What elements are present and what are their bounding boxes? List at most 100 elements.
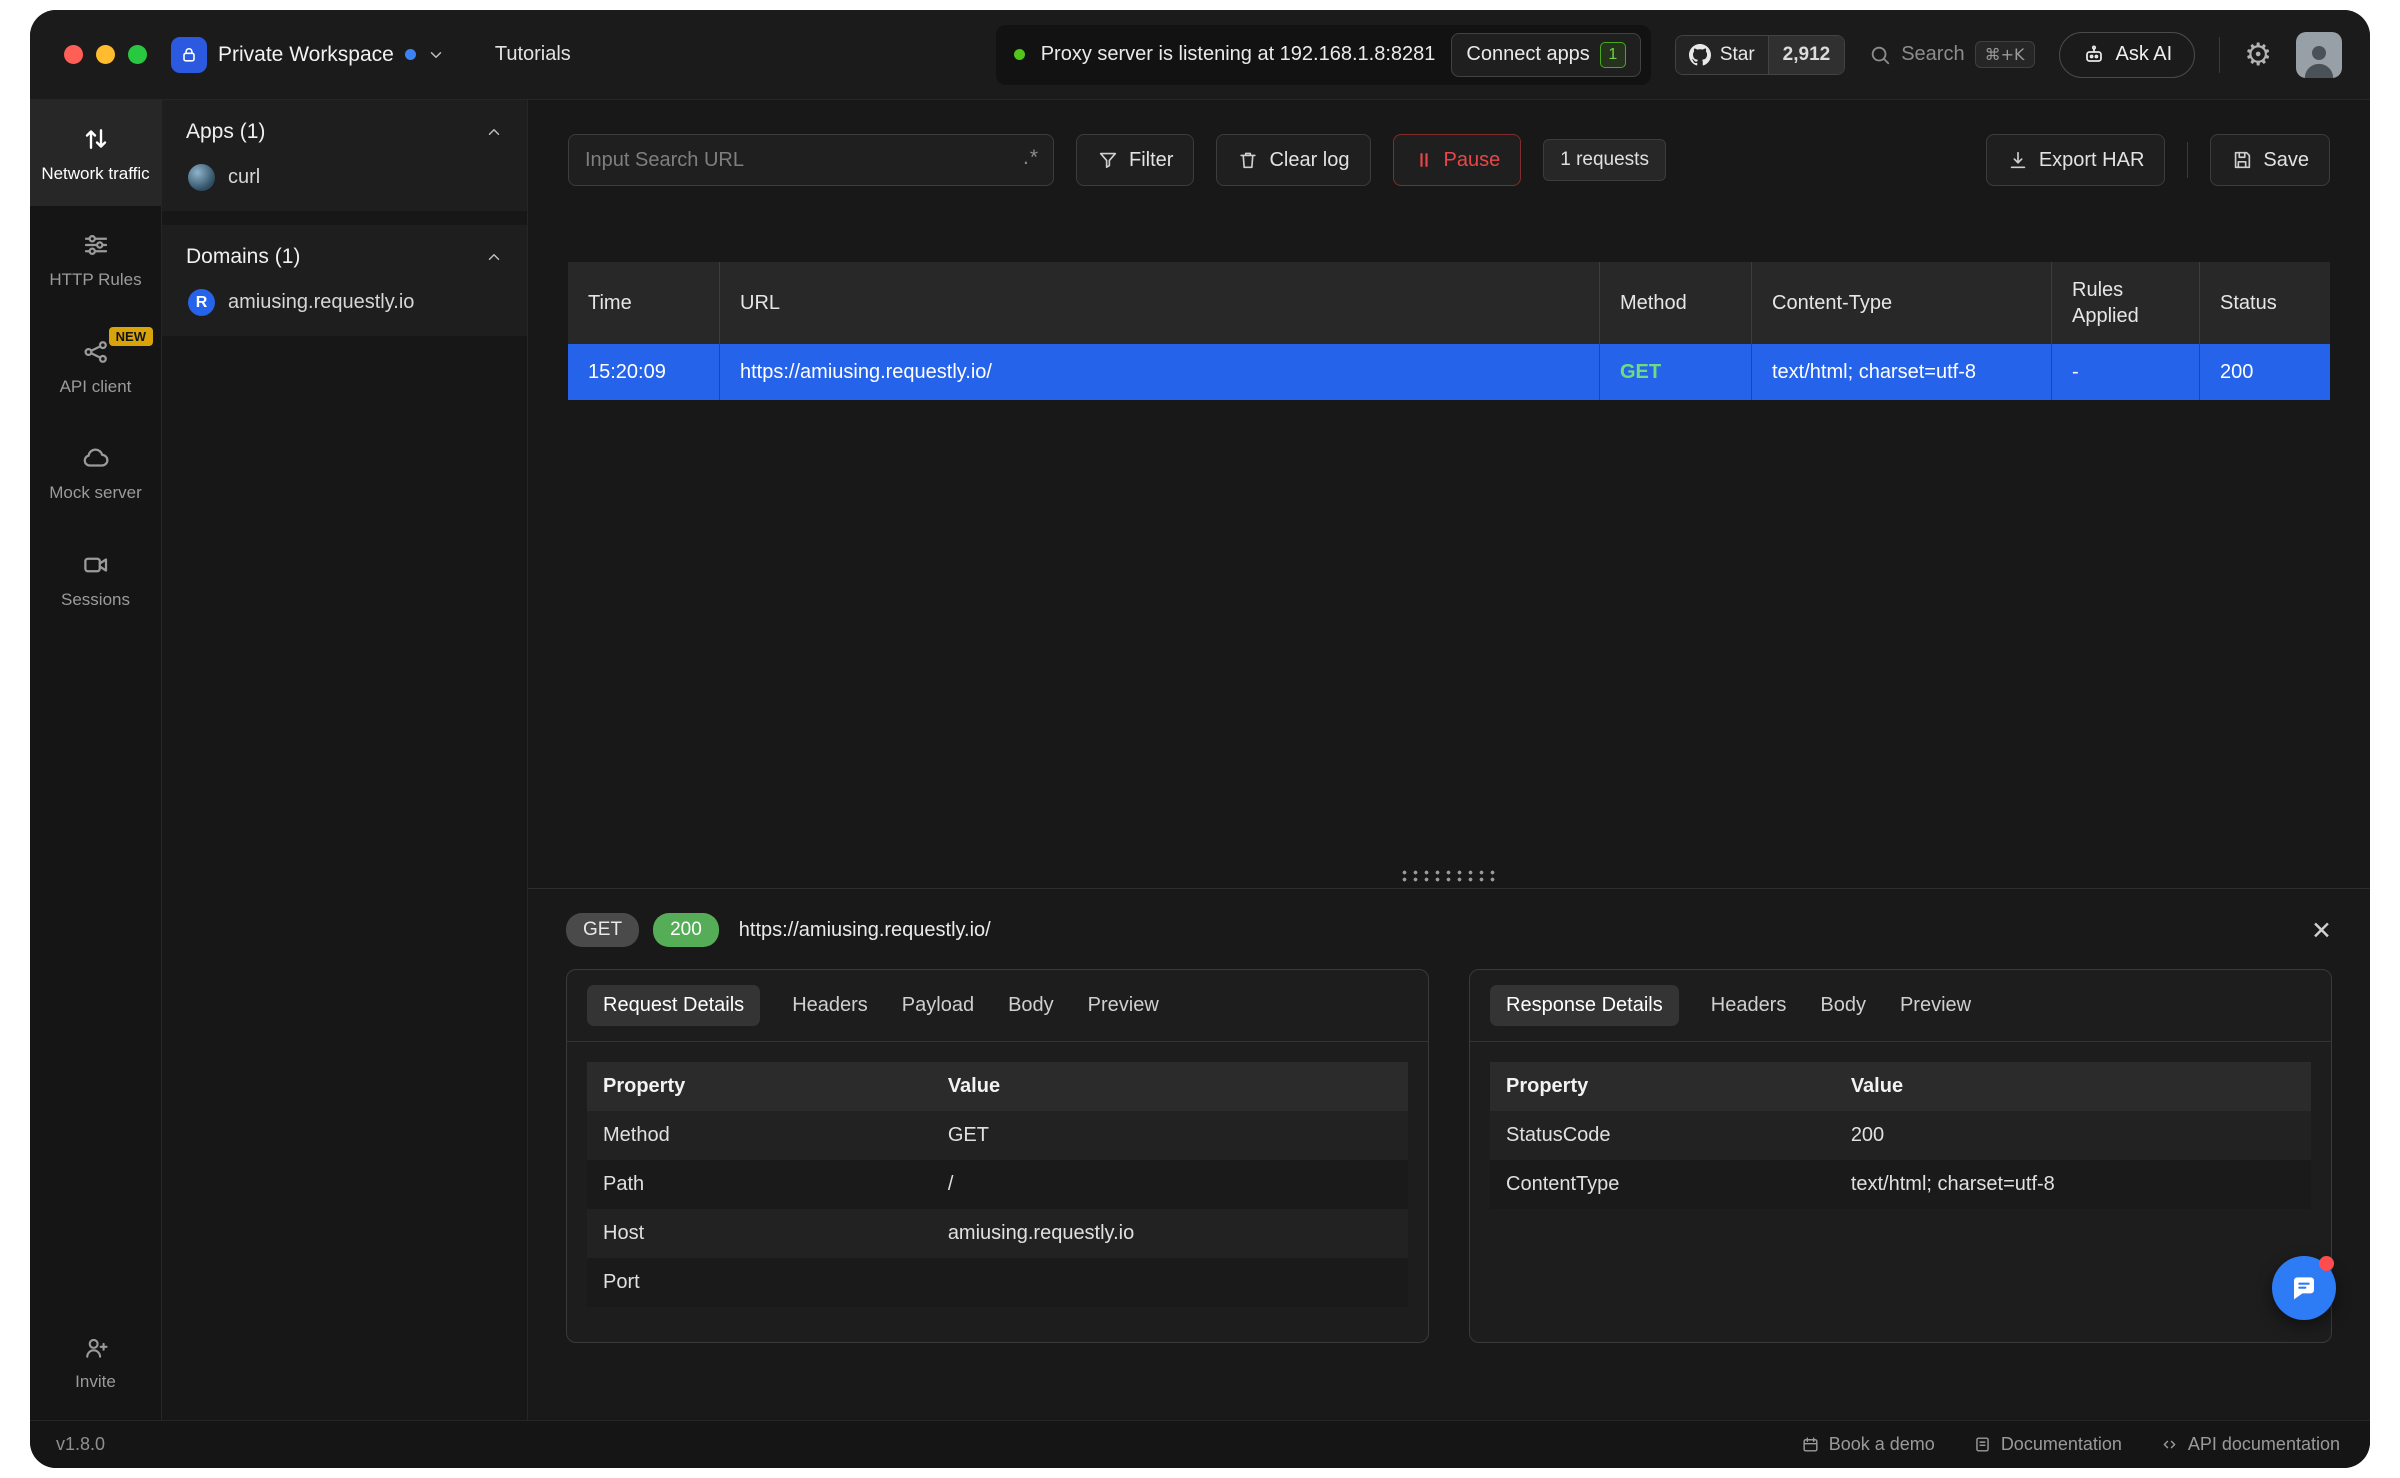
titlebar: Private Workspace Tutorials Proxy server… [30,10,2370,100]
chevron-up-icon [485,248,503,266]
sidebar-item-network-traffic[interactable]: Network traffic [30,100,161,206]
chat-notification-dot [2319,1256,2334,1271]
documentation-label: Documentation [2001,1434,2122,1455]
connect-apps-button[interactable]: Connect apps 1 [1451,33,1640,77]
apps-section-header[interactable]: Apps (1) [186,120,503,144]
tab-response-preview[interactable]: Preview [1898,985,1973,1026]
minimize-window-button[interactable] [96,45,115,64]
empty-traffic-area [528,400,2370,862]
close-details-button[interactable]: ✕ [2311,916,2332,945]
github-icon [1689,44,1711,66]
person-icon [2299,38,2339,78]
sidebar-item-invite[interactable]: Invite [30,1310,161,1420]
book-demo-label: Book a demo [1829,1434,1935,1455]
property-table-header: Property Value [1490,1062,2311,1111]
app-item-label: curl [228,166,260,189]
clear-log-button[interactable]: Clear log [1216,134,1370,186]
zoom-window-button[interactable] [128,45,147,64]
property-column-label: Property [1490,1062,1835,1111]
proxy-online-dot [1014,49,1025,60]
search-shortcut-kbd: ⌘+K [1975,41,2035,68]
gear-icon: ⚙ [2244,37,2272,73]
primary-sidebar: Network traffic HTTP Rules NEW API clien… [30,100,162,1420]
app-window: Private Workspace Tutorials Proxy server… [30,10,2370,1468]
traffic-row-rules-applied[interactable]: - [2052,344,2200,400]
tab-request-headers[interactable]: Headers [790,985,870,1026]
book-icon [1973,1435,1992,1454]
tab-response-body[interactable]: Body [1818,985,1868,1026]
save-icon [2231,149,2253,171]
search-url-input[interactable] [568,134,1054,186]
search-icon [1869,44,1891,66]
property-row: StatusCode 200 [1490,1111,2311,1160]
close-icon: ✕ [2311,916,2332,945]
sidebar-item-api-client[interactable]: NEW API client [30,313,161,419]
traffic-row-time[interactable]: 15:20:09 [568,344,720,400]
save-button[interactable]: Save [2210,134,2330,186]
sidebar-item-sessions[interactable]: Sessions [30,526,161,632]
tab-request-body[interactable]: Body [1006,985,1056,1026]
value-column-label: Value [1835,1062,2311,1111]
column-header-status: Status [2200,262,2330,344]
tutorials-link[interactable]: Tutorials [495,43,571,66]
close-window-button[interactable] [64,45,83,64]
workspace-selector[interactable]: Private Workspace [171,37,445,73]
ask-ai-label: Ask AI [2116,43,2173,66]
column-header-url: URL [720,262,1600,344]
method-badge: GET [566,913,639,947]
traffic-row-method[interactable]: GET [1600,344,1752,400]
filter-button[interactable]: Filter [1076,134,1194,186]
traffic-row-content-type[interactable]: text/html; charset=utf-8 [1752,344,2052,400]
property-row: Path / [587,1160,1408,1209]
requests-count-badge: 1 requests [1543,139,1666,181]
app-item-curl[interactable]: curl [186,144,503,195]
global-search[interactable]: Search ⌘+K [1869,41,2034,68]
response-card: Response Details Headers Body Preview Pr… [1469,969,2332,1343]
chat-widget-button[interactable] [2272,1256,2336,1320]
sidebar-item-mock-server[interactable]: Mock server [30,419,161,525]
network-traffic-icon [81,124,111,154]
toolbar-divider [2187,142,2188,178]
request-details-panel: GET 200 https://amiusing.requestly.io/ ✕… [528,888,2370,1420]
calendar-icon [1801,1435,1820,1454]
domains-section: Domains (1) R amiusing.requestly.io [162,225,527,336]
pause-icon [1414,150,1434,170]
tab-request-details[interactable]: Request Details [587,985,760,1026]
book-demo-link[interactable]: Book a demo [1801,1434,1935,1455]
titlebar-divider [2219,37,2220,73]
api-documentation-label: API documentation [2188,1434,2340,1455]
github-star-button[interactable]: Star 2,912 [1675,35,1845,75]
response-tabs: Response Details Headers Body Preview [1470,970,2331,1042]
tab-response-details[interactable]: Response Details [1490,985,1679,1026]
sidebar-item-http-rules[interactable]: HTTP Rules [30,206,161,312]
column-header-rules-applied: Rules Applied [2052,262,2200,344]
traffic-table: Time URL Method Content-Type Rules Appli… [568,262,2330,400]
traffic-row-url[interactable]: https://amiusing.requestly.io/ [720,344,1600,400]
domains-section-header[interactable]: Domains (1) [186,245,503,269]
tab-response-headers[interactable]: Headers [1709,985,1789,1026]
pause-button[interactable]: Pause [1393,134,1522,186]
save-label: Save [2263,149,2309,172]
details-header: GET 200 https://amiusing.requestly.io/ ✕ [566,913,2332,947]
ai-bot-icon [2082,43,2106,67]
panel-resize-handle[interactable] [528,862,2370,888]
export-har-button[interactable]: Export HAR [1986,134,2166,186]
regex-toggle-icon[interactable]: .* [1023,146,1039,170]
property-row: Host amiusing.requestly.io [587,1209,1408,1258]
tab-request-payload[interactable]: Payload [900,985,976,1026]
pause-label: Pause [1444,149,1501,172]
traffic-row-status[interactable]: 200 [2200,344,2330,400]
new-badge: NEW [109,327,153,346]
api-documentation-link[interactable]: API documentation [2160,1434,2340,1455]
tab-request-preview[interactable]: Preview [1086,985,1161,1026]
chevron-down-icon [427,46,445,64]
workspace-status-dot [405,49,416,60]
property-table-header: Property Value [587,1062,1408,1111]
column-header-method: Method [1600,262,1752,344]
user-avatar[interactable] [2296,32,2342,78]
documentation-link[interactable]: Documentation [1973,1434,2122,1455]
domains-header-label: Domains (1) [186,245,300,269]
settings-button[interactable]: ⚙ [2244,37,2272,73]
ask-ai-button[interactable]: Ask AI [2059,32,2196,78]
domain-item-amiusing[interactable]: R amiusing.requestly.io [186,269,503,320]
